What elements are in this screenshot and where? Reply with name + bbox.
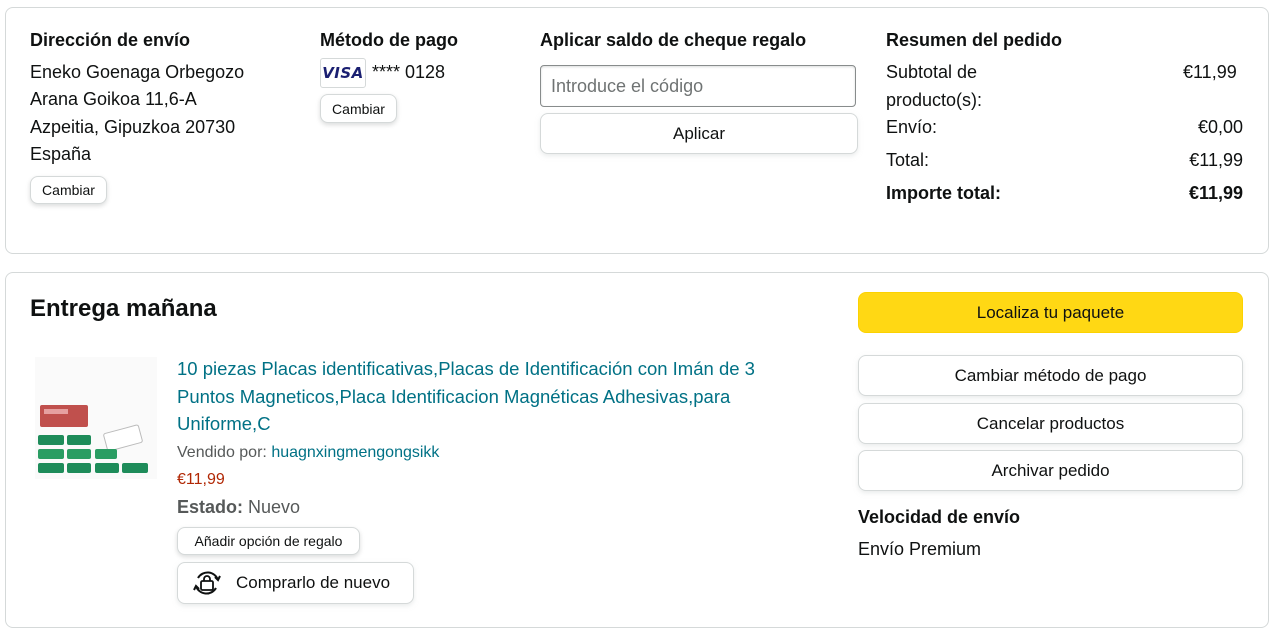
total-value: €11,99 bbox=[1189, 150, 1243, 170]
visa-card-icon: VISA bbox=[320, 58, 366, 88]
track-package-button[interactable]: Localiza tu paquete bbox=[858, 292, 1243, 333]
total-row: Total: €11,99 bbox=[886, 147, 1243, 174]
shipping-name: Eneko Goenaga Orbegozo bbox=[30, 62, 245, 82]
cancel-items-button[interactable]: Cancelar productos bbox=[858, 403, 1243, 444]
total-label: Total: bbox=[886, 150, 930, 170]
condition-value: Nuevo bbox=[248, 497, 301, 517]
grand-total-row: Importe total: €11,99 bbox=[886, 180, 1243, 207]
buy-again-icon bbox=[190, 566, 224, 600]
card-number: **** 0128 bbox=[372, 62, 446, 82]
sold-by: Vendido por: huagnxingmengongsikk bbox=[177, 442, 439, 464]
buy-again-button[interactable]: Comprarlo de nuevo bbox=[177, 562, 414, 604]
condition-label: Estado: bbox=[177, 497, 244, 517]
subtotal-label-line2: producto(s): bbox=[886, 90, 983, 110]
shipping-cost-value: €0,00 bbox=[1197, 117, 1243, 137]
buy-again-label: Comprarlo de nuevo bbox=[236, 573, 391, 592]
shipping-country: España bbox=[30, 144, 92, 164]
change-address-button[interactable]: Cambiar bbox=[30, 176, 107, 204]
condition: Estado: Nuevo bbox=[177, 495, 300, 519]
order-summary-heading: Resumen del pedido bbox=[886, 30, 1063, 50]
grand-total-value: €11,99 bbox=[1188, 183, 1243, 203]
product-title-link[interactable]: 10 piezas Placas identificativas,Placas … bbox=[177, 355, 755, 438]
change-payment-button[interactable]: Cambiar bbox=[320, 94, 397, 123]
delivery-heading: Entrega mañana bbox=[30, 295, 217, 322]
product-title-line2: Puntos Magneticos,Placa Identificacion M… bbox=[177, 385, 731, 407]
shipping-street: Arana Goikoa 11,6-A bbox=[30, 89, 197, 109]
sold-by-label: Vendido por: bbox=[177, 444, 267, 461]
product-price: €11,99 bbox=[177, 471, 225, 488]
gift-code-input[interactable]: Introduce el código bbox=[540, 65, 856, 107]
subtotal-value: €11,99 bbox=[1183, 62, 1237, 82]
shipping-cost-label: Envío: bbox=[886, 117, 938, 137]
product-image[interactable] bbox=[35, 357, 157, 479]
shipping-speed-value: Envío Premium bbox=[858, 539, 982, 559]
product-title-line1: 10 piezas Placas identificativas,Placas … bbox=[177, 358, 755, 379]
payment-method-heading: Método de pago bbox=[320, 30, 458, 50]
change-payment-method-button[interactable]: Cambiar método de pago bbox=[858, 355, 1243, 396]
archive-order-button[interactable]: Archivar pedido bbox=[858, 450, 1243, 491]
grand-total-label: Importe total: bbox=[886, 183, 1001, 203]
shipping-speed-heading: Velocidad de envío bbox=[858, 507, 1021, 527]
product-thumbnail bbox=[35, 357, 157, 479]
subtotal-label-line1: Subtotal de bbox=[886, 62, 978, 82]
add-gift-option-button[interactable]: Añadir opción de regalo bbox=[177, 527, 360, 555]
product-title-line3: Uniforme,C bbox=[177, 413, 271, 434]
gift-card-heading: Aplicar saldo de cheque regalo bbox=[540, 30, 807, 50]
shipping-city: Azpeitia, Gipuzkoa 20730 bbox=[30, 117, 236, 137]
shipping-address-heading: Dirección de envío bbox=[30, 30, 191, 50]
shipping-cost-row: Envío: €0,00 bbox=[886, 114, 1243, 141]
seller-link[interactable]: huagnxingmengongsikk bbox=[271, 444, 439, 461]
apply-gift-button[interactable]: Aplicar bbox=[540, 113, 858, 154]
